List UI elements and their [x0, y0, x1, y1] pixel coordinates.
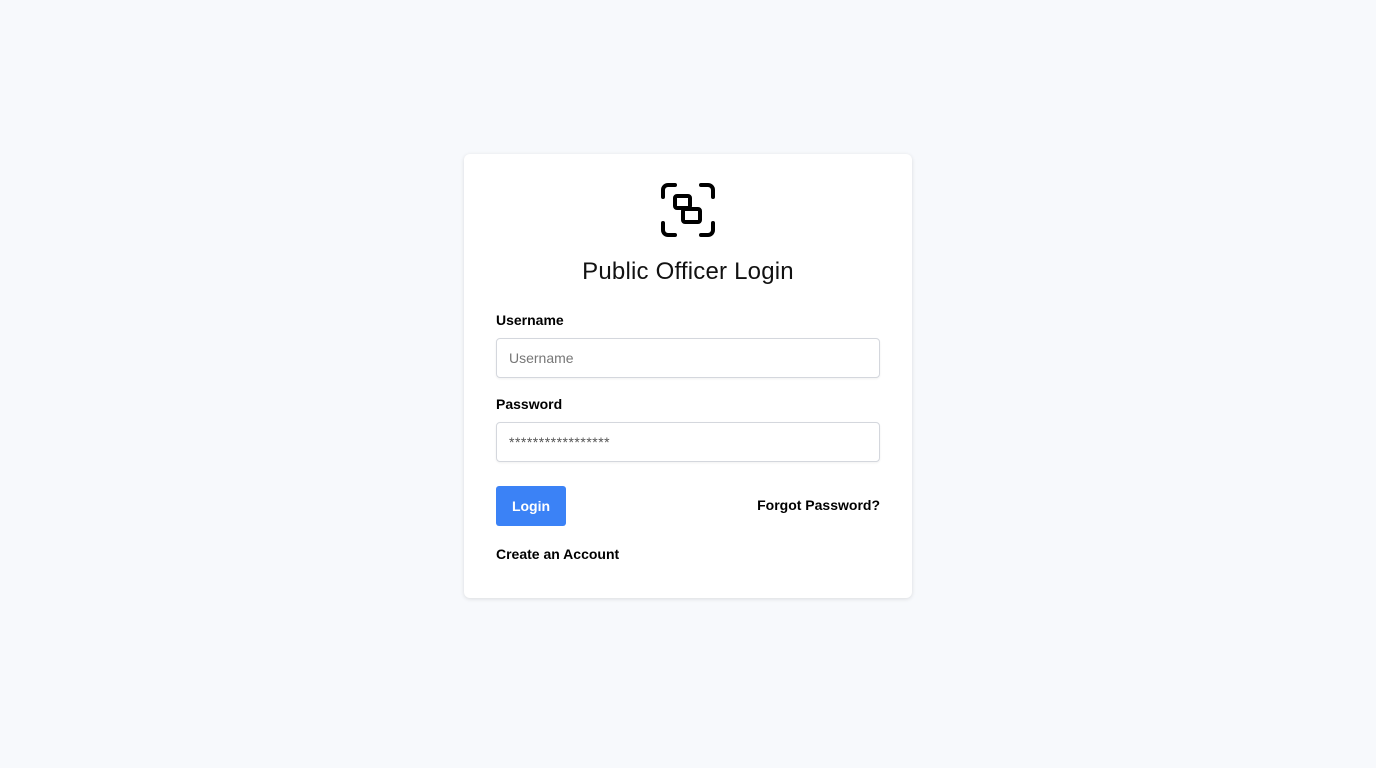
create-account-link[interactable]: Create an Account — [496, 546, 619, 562]
page-title: Public Officer Login — [582, 258, 794, 285]
password-label: Password — [496, 396, 563, 412]
login-button[interactable]: Login — [496, 486, 566, 526]
forgot-password-link[interactable]: Forgot Password? — [757, 497, 880, 513]
linked-squares-scan-icon — [661, 183, 715, 237]
password-input[interactable]: ***************** — [496, 422, 880, 462]
username-label: Username — [496, 312, 564, 328]
username-input[interactable] — [496, 338, 880, 378]
login-card: Public Officer Login Username Password *… — [464, 154, 912, 598]
